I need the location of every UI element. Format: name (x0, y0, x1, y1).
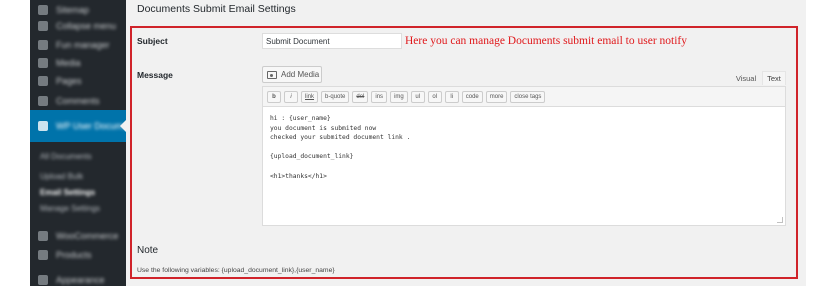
submenu-item-3[interactable]: Manage Settings (30, 200, 126, 216)
sidebar-item-5[interactable]: Comments (30, 91, 126, 111)
puzzle-icon (38, 40, 48, 50)
sidebar-item-label: Fun manager (56, 40, 110, 50)
tab-text[interactable]: Text (762, 71, 786, 85)
comment-icon (38, 96, 48, 106)
submenu-label: Upload Bulk (40, 171, 84, 181)
note-text: Use the following variables: {upload_doc… (137, 267, 335, 274)
add-media-button[interactable]: Add Media (262, 66, 322, 83)
qt-del-button[interactable]: del (352, 91, 369, 103)
submenu-item-2[interactable]: Email Settings (30, 184, 126, 200)
box-icon (38, 250, 48, 260)
sidebar-item-label: Pages (56, 76, 82, 86)
message-label: Message (137, 70, 173, 80)
sidebar-item-label: Sitemap (56, 5, 90, 15)
submenu-item-0[interactable]: All Documents (30, 148, 126, 164)
message-editor: b i link b-quote del ins img ul ol li co… (262, 86, 786, 226)
sidebar-item-label: Media (56, 58, 81, 68)
quicktags-toolbar: b i link b-quote del ins img ul ol li co… (263, 87, 785, 107)
resize-grip-icon[interactable] (777, 217, 783, 223)
gauge-icon (38, 5, 48, 15)
media-icon (267, 70, 277, 79)
qt-more-button[interactable]: more (485, 91, 508, 103)
pin-icon (38, 121, 48, 131)
qt-ins-button[interactable]: ins (371, 91, 388, 103)
message-textarea[interactable]: hi : {user_name} you document is submite… (270, 114, 410, 181)
sidebar-item-label: Products (56, 250, 92, 260)
admin-screen: Sitemap Collapse menu Fun manager Media … (0, 0, 828, 286)
sidebar-item-label: Comments (56, 96, 100, 106)
add-media-label: Add Media (281, 70, 320, 79)
sidebar-item-3[interactable]: Media (30, 53, 126, 73)
sidebar-item-1[interactable]: Collapse menu (30, 16, 126, 36)
sidebar-item-label: Appearance (56, 275, 105, 285)
submenu-label: Email Settings (40, 187, 96, 197)
sidebar-item-2[interactable]: Fun manager (30, 35, 126, 55)
qt-close-tags-button[interactable]: close tags (510, 91, 546, 103)
sidebar-item-4[interactable]: Pages (30, 71, 126, 91)
sidebar-item-label: WooCommerce (56, 231, 119, 241)
subject-label: Subject (137, 36, 168, 46)
qt-img-button[interactable]: img (390, 91, 408, 103)
submenu-label: All Documents (40, 151, 92, 161)
subject-input[interactable] (262, 33, 402, 49)
sidebar-item-woo[interactable]: WooCommerce (30, 226, 126, 246)
qt-ol-button[interactable]: ol (427, 91, 442, 103)
note-title: Note (137, 245, 159, 256)
admin-sidebar: Sitemap Collapse menu Fun manager Media … (30, 0, 140, 286)
qt-link-button[interactable]: link (301, 91, 319, 103)
media-icon (38, 58, 48, 68)
sidebar-item-appearance[interactable]: Appearance (30, 270, 126, 290)
page-title: Documents Submit Email Settings (137, 3, 296, 15)
tab-visual[interactable]: Visual (733, 71, 759, 85)
brush-icon (38, 275, 48, 285)
submenu-label: Manage Settings (40, 203, 101, 213)
qt-li-button[interactable]: li (444, 91, 459, 103)
collapse-icon (38, 21, 48, 31)
qt-blockquote-button[interactable]: b-quote (321, 91, 350, 103)
sidebar-item-label: Collapse menu (56, 21, 117, 31)
qt-code-button[interactable]: code (461, 91, 483, 103)
annotation-text: Here you can manage Documents submit ema… (405, 35, 687, 47)
submenu-item-1[interactable]: Upload Bulk (30, 168, 126, 184)
qt-italic-button[interactable]: i (284, 91, 298, 103)
sidebar-item-products[interactable]: Products (30, 245, 126, 265)
woo-icon (38, 231, 48, 241)
qt-ul-button[interactable]: ul (410, 91, 425, 103)
sidebar-item-active[interactable]: WP User Documents (30, 110, 140, 142)
page-icon (38, 76, 48, 86)
qt-bold-button[interactable]: b (267, 91, 281, 103)
